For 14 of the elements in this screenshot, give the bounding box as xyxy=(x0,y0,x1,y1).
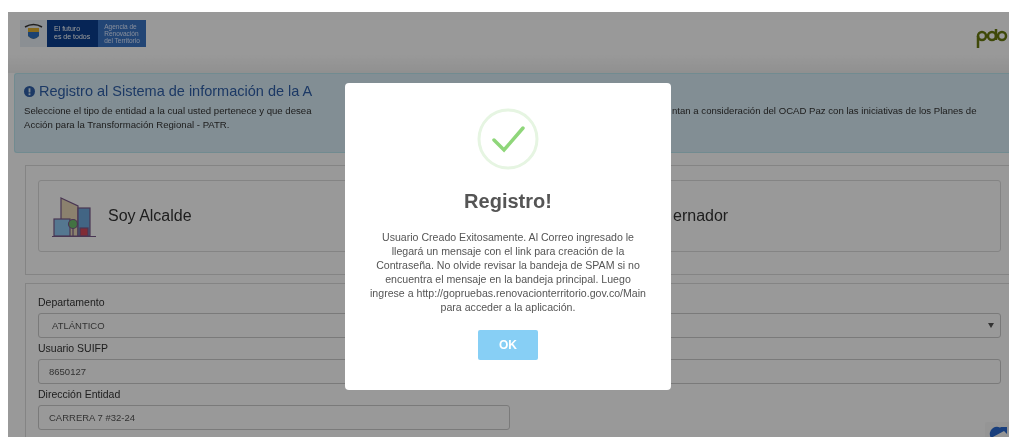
alert-text: Seleccione el tipo de entidad a la cual usted pertenece y que desea xyxy=(24,105,313,116)
caret-icon xyxy=(988,323,994,328)
field-label: Departamento xyxy=(38,296,105,308)
card-label: ernador xyxy=(673,207,729,225)
input-field[interactable]: CARRERA 7 #32-24 xyxy=(38,405,510,430)
alert-text: Acción para la Transformación Regional - PATR. xyxy=(24,119,231,130)
check-circle-icon xyxy=(477,108,539,170)
info-icon xyxy=(24,85,35,97)
field-label: Dirección Entidad xyxy=(38,388,121,400)
field-label: Usuario SUIFP xyxy=(38,342,109,354)
alert-text: ntan a consideración del OCAD Paz con las iniciativas de los Planes de xyxy=(672,105,977,116)
alert-title: Registro al Sistema de información de la A xyxy=(39,83,313,99)
card-label: Soy Alcalde xyxy=(108,207,192,225)
buildings-icon xyxy=(52,194,96,238)
